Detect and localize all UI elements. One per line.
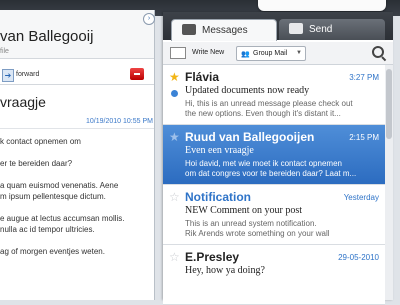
body-line: k contact opnemen om (0, 137, 81, 146)
body-line: nulla ac id tempor ultricies. (0, 225, 95, 234)
tab-messages[interactable]: Messages (171, 19, 277, 41)
message-preview-line: This is an unread system notification. (185, 219, 317, 228)
star-icon[interactable]: ☆ (169, 191, 180, 203)
tab-messages-label: Messages (202, 25, 248, 36)
chevron-down-icon: ▼ (296, 50, 302, 56)
collapse-chevron-icon[interactable]: › (143, 13, 155, 25)
message-subject-line: NEW Comment on your post (185, 205, 303, 216)
message-subject-line: Hey, how ya doing? (185, 265, 265, 276)
unread-dot-icon (171, 90, 178, 97)
inbox-icon (182, 24, 196, 35)
group-mail-label: Group Mail (253, 50, 288, 57)
message-item[interactable]: ☆ Notification Yesterday NEW Comment on … (163, 185, 385, 245)
message-list-pane: Messages Send Write New 👥 Group Mail ▼ ★… (163, 12, 393, 305)
list-toolbar: Write New 👥 Group Mail ▼ (163, 42, 393, 65)
message-item[interactable]: ★ Flávia 3:27 PM Updated documents now r… (163, 65, 385, 125)
tab-bar: Messages Send (163, 12, 393, 41)
star-icon[interactable]: ★ (169, 71, 180, 83)
message-time: 3:27 PM (349, 73, 379, 82)
scrollbar-thumb[interactable] (386, 69, 392, 139)
message-preview-line: om dat congres voor te bereiden daar? La… (185, 169, 357, 178)
delete-trash-icon[interactable] (130, 68, 144, 80)
reader-header: › van Ballegooij file (0, 10, 155, 59)
message-subject-line: Updated documents now ready (185, 85, 310, 96)
tab-send[interactable]: Send (279, 19, 385, 40)
message-body: k contact opnemen om er te bereiden daar… (0, 136, 160, 268)
body-line: a quam euismod venenatis. Aene (0, 181, 119, 190)
message-item-selected[interactable]: ★ Ruud van Ballegooijen 2:15 PM Even een… (163, 125, 385, 185)
forward-button[interactable]: forward (16, 71, 39, 78)
message-preview-line: Rik Arends wrote something on your wall (185, 229, 330, 238)
message-sender: Notification (185, 190, 251, 204)
star-icon[interactable]: ☆ (169, 251, 180, 263)
reader-toolbar: ➔ forward (0, 68, 154, 85)
message-preview-line: Hoi david, met wie moet ik contact opnem… (185, 159, 342, 168)
body-line: ag of morgen eventjes weten. (0, 247, 105, 256)
message-preview-line: Hi, this is an unread message please che… (185, 99, 353, 108)
contact-name: van Ballegooij (0, 28, 94, 45)
divider (0, 128, 154, 129)
message-sender: Ruud van Ballegooijen (185, 130, 315, 144)
star-icon[interactable]: ★ (169, 131, 180, 143)
message-preview: This is an unread system notification. R… (185, 219, 381, 239)
message-sender: Flávia (185, 70, 220, 84)
message-subject-line: Even een vraagje (185, 145, 254, 156)
message-time: 29-05-2010 (338, 253, 379, 262)
top-bar-notch (258, 0, 386, 11)
message-time: 2:15 PM (349, 133, 379, 142)
contact-profile-label: file (0, 48, 9, 55)
message-item[interactable]: ☆ E.Presley 29-05-2010 Hey, how ya doing… (163, 245, 385, 305)
search-icon[interactable] (372, 46, 384, 58)
message-preview: Hi, this is an unread message please che… (185, 99, 381, 119)
tab-send-label: Send (309, 24, 333, 35)
write-new-button[interactable]: Write New (192, 49, 224, 56)
body-line: er te bereiden daar? (0, 159, 73, 168)
body-line: m ipsum pellentesque dictum. (0, 192, 106, 201)
message-list: ★ Flávia 3:27 PM Updated documents now r… (163, 65, 385, 305)
send-icon (289, 23, 303, 34)
message-time: Yesterday (343, 193, 379, 202)
message-preview: Hoi david, met wie moet ik contact opnem… (185, 159, 381, 179)
message-sender: E.Presley (185, 250, 240, 264)
scrollbar[interactable] (385, 65, 393, 300)
group-icon: 👥 (241, 51, 250, 58)
body-line: e augue at lectus accumsan mollis. (0, 214, 125, 223)
message-reading-pane: › van Ballegooij file ➔ forward vraagje … (0, 10, 155, 300)
message-preview-line: the new options. Even though it's distan… (185, 109, 341, 118)
message-subject: vraagje (0, 94, 46, 110)
message-date: 10/19/2010 10:55 PM (86, 118, 153, 125)
group-mail-dropdown[interactable]: 👥 Group Mail ▼ (236, 46, 306, 61)
forward-arrow-icon[interactable]: ➔ (2, 69, 14, 82)
new-mail-icon[interactable] (170, 47, 186, 59)
